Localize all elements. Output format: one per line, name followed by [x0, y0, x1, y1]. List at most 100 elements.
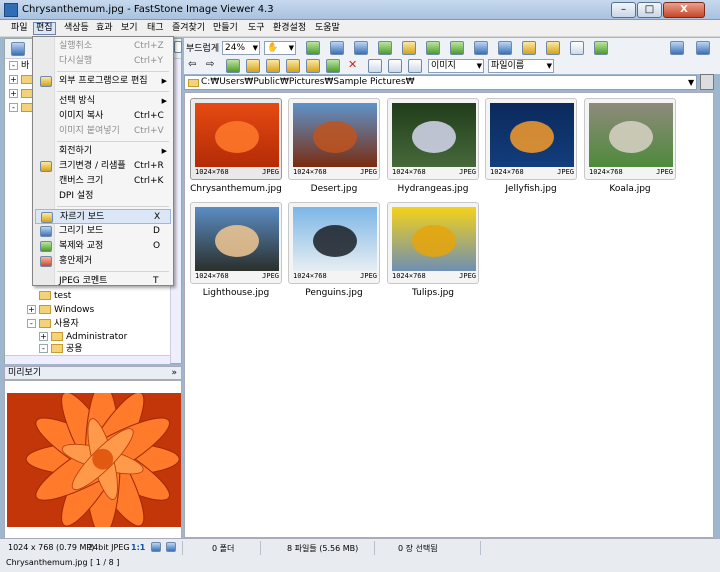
- edit-menu-item[interactable]: 이미지 붙여넣기 Ctrl+V: [35, 124, 171, 139]
- zoom-select[interactable]: 24% ▼: [222, 41, 260, 55]
- thumbnail-filename[interactable]: Penguins.jpg: [279, 288, 389, 298]
- menu-tags[interactable]: 태그: [145, 22, 166, 35]
- details-view-icon[interactable]: [408, 59, 422, 73]
- favorites-icon[interactable]: [266, 59, 280, 73]
- menu-edit[interactable]: 편집: [33, 22, 56, 35]
- thumbnail-filename[interactable]: Koala.jpg: [575, 184, 685, 194]
- expand-icon[interactable]: -: [9, 61, 18, 70]
- expand-icon[interactable]: -: [27, 319, 36, 328]
- move-to-icon[interactable]: [306, 59, 320, 73]
- resize-icon[interactable]: [498, 41, 512, 55]
- minimize-button[interactable]: –: [611, 2, 636, 18]
- maximize-button[interactable]: □: [637, 2, 662, 18]
- menu-create[interactable]: 만들기: [211, 22, 240, 35]
- thumbnail-filename[interactable]: Hydrangeas.jpg: [378, 184, 488, 194]
- edit-menu-item[interactable]: 홍안제거: [35, 254, 171, 269]
- thumbnail-filename[interactable]: Jellyfish.jpg: [476, 184, 586, 194]
- forward-icon[interactable]: ⇨: [206, 59, 214, 70]
- chevron-down-icon[interactable]: ▼: [688, 76, 694, 89]
- edit-menu-item[interactable]: 그리기 보드 D: [35, 224, 171, 239]
- thumbnail-filename[interactable]: Desert.jpg: [279, 184, 389, 194]
- edit-menu-item[interactable]: 선택 방식 ▶: [35, 94, 171, 109]
- email-icon[interactable]: [546, 41, 560, 55]
- menu-color[interactable]: 색상등: [62, 22, 91, 35]
- view-mode-select[interactable]: 이미지 ▼: [428, 59, 484, 73]
- menu-favorites[interactable]: 즐겨찾기: [170, 22, 207, 35]
- thumbnails-view-icon[interactable]: [368, 59, 382, 73]
- expand-icon[interactable]: -: [9, 103, 18, 112]
- layout-alt-icon[interactable]: [696, 41, 710, 55]
- edit-menu-item[interactable]: 복제와 교정 O: [35, 239, 171, 254]
- thumbnail-item[interactable]: 1024×768 JPEG: [584, 98, 676, 180]
- folder-icon: [51, 344, 63, 353]
- expand-icon[interactable]: +: [27, 305, 36, 314]
- up-folder-icon[interactable]: [226, 59, 240, 73]
- edit-menu-item[interactable]: 회전하기 ▶: [35, 144, 171, 159]
- edit-menu-item[interactable]: JPEG 코멘트 T: [35, 274, 171, 289]
- folder-icon[interactable]: [522, 41, 536, 55]
- edit-menu-item[interactable]: 크기변경 / 리샘플 Ctrl+R: [35, 159, 171, 174]
- menu-file[interactable]: 파일: [9, 22, 30, 35]
- delete-icon[interactable]: ✕: [348, 58, 357, 71]
- thumbnail-item[interactable]: 1024×768 JPEG: [485, 98, 577, 180]
- fullscreen-icon[interactable]: [166, 542, 176, 552]
- title-bar: Chrysanthemum.jpg - FastStone Image View…: [0, 0, 720, 20]
- edit-menu-item[interactable]: 외부 프로그램으로 편집 ▶: [35, 74, 171, 89]
- thumbnail-filename[interactable]: Chrysanthemum.jpg: [181, 184, 291, 194]
- thumbnail-item[interactable]: 1024×768 JPEG: [190, 202, 282, 284]
- list-view-icon[interactable]: [388, 59, 402, 73]
- edit-menu-item[interactable]: DPI 설정: [35, 189, 171, 204]
- menu-help[interactable]: 도움말: [313, 22, 342, 35]
- expand-icon[interactable]: -: [39, 344, 48, 353]
- rotate-left-icon[interactable]: [426, 41, 440, 55]
- flip-icon[interactable]: [474, 41, 488, 55]
- menu-view[interactable]: 보기: [119, 22, 140, 35]
- thumbnail-item[interactable]: 1024×768 JPEG: [288, 202, 380, 284]
- expand-icon[interactable]: +: [9, 89, 18, 98]
- close-button[interactable]: X: [663, 2, 705, 18]
- trash-icon[interactable]: [700, 74, 714, 90]
- thumbnail-item[interactable]: 1024×768 JPEG: [190, 98, 282, 180]
- thumbnail-item[interactable]: 1024×768 JPEG: [288, 98, 380, 180]
- edit-menu-item[interactable]: 실행취소 Ctrl+Z: [35, 39, 171, 54]
- thumbnail-item[interactable]: 1024×768 JPEG: [387, 98, 479, 180]
- expand-icon[interactable]: +: [39, 332, 48, 341]
- path-field[interactable]: C:₩Users₩Public₩Pictures₩Sample Pictures…: [184, 75, 697, 90]
- wallpaper-icon[interactable]: [594, 41, 608, 55]
- browse-icon[interactable]: [11, 42, 25, 56]
- print-icon[interactable]: [570, 41, 584, 55]
- layout-icon[interactable]: [670, 41, 684, 55]
- edit-menu-item[interactable]: 이미지 복사 Ctrl+C: [35, 109, 171, 124]
- refresh-icon[interactable]: [326, 59, 340, 73]
- rotate-right-icon[interactable]: [450, 41, 464, 55]
- person-icon[interactable]: [378, 41, 392, 55]
- tree-item-desktop[interactable]: -바: [9, 60, 29, 73]
- smooth-checkbox[interactable]: [174, 41, 182, 53]
- compare-icon[interactable]: [354, 41, 368, 55]
- hand-tool-select[interactable]: ✋ ▼: [264, 41, 296, 55]
- sort-select[interactable]: 파일이름 ▼: [488, 59, 554, 73]
- thumbnail-item[interactable]: 1024×768 JPEG: [387, 202, 479, 284]
- expand-icon[interactable]: +: [9, 75, 18, 84]
- copy-to-icon[interactable]: [286, 59, 300, 73]
- tree-item-test[interactable]: test: [39, 290, 71, 303]
- new-folder-icon[interactable]: [246, 59, 260, 73]
- tree-horizontal-scrollbar[interactable]: [5, 355, 170, 364]
- collapse-icon[interactable]: »: [171, 367, 177, 379]
- thumbnail-filename[interactable]: Tulips.jpg: [378, 288, 488, 298]
- edit-menu-item[interactable]: 다시실행 Ctrl+Y: [35, 54, 171, 69]
- thumbnail-filename[interactable]: Lighthouse.jpg: [181, 288, 291, 298]
- back-icon[interactable]: ⇦: [188, 59, 196, 70]
- slideshow-icon[interactable]: [306, 41, 320, 55]
- edit-menu-item[interactable]: 자르기 보드 X: [35, 209, 171, 224]
- tree-item-windows[interactable]: + Windows: [27, 304, 94, 317]
- menu-effects[interactable]: 효과: [94, 22, 115, 35]
- tree-item-users[interactable]: - 사용자: [27, 318, 79, 331]
- edit-menu-item[interactable]: 캔버스 크기 Ctrl+K: [35, 174, 171, 189]
- fullscreen-icon[interactable]: [330, 41, 344, 55]
- actual-size-button[interactable]: 1:1: [131, 543, 145, 552]
- menu-tools[interactable]: 도구: [246, 22, 267, 35]
- sun-icon[interactable]: [402, 41, 416, 55]
- fit-icon[interactable]: [151, 542, 161, 552]
- menu-settings[interactable]: 환경설정: [271, 22, 308, 35]
